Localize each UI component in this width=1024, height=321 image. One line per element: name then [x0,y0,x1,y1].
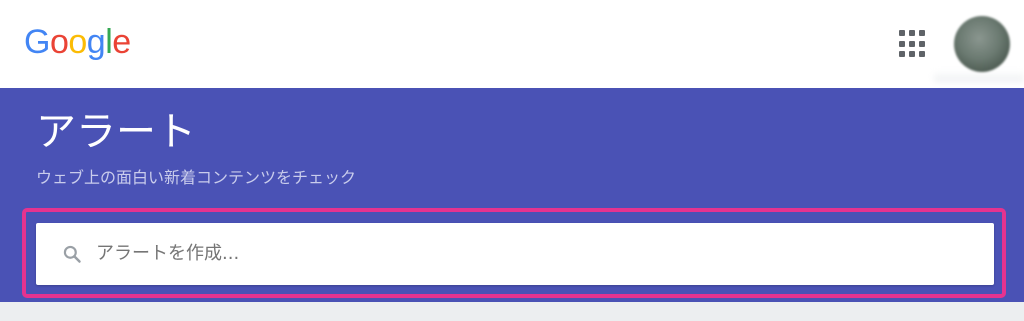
logo-letter: G [24,23,50,61]
avatar[interactable] [954,16,1010,72]
content-area-top [0,302,1024,321]
logo-letter: e [112,23,131,61]
page-title: アラート [36,109,196,155]
alerts-header: アラート ウェブ上の面白い新着コンテンツをチェック [0,88,1024,302]
search-icon [63,245,81,263]
create-alert-search-box[interactable] [36,223,994,285]
apps-grid-icon[interactable] [899,30,927,58]
logo-letter: o [68,23,87,61]
page-subtitle: ウェブ上の面白い新着コンテンツをチェック [36,168,357,187]
google-logo[interactable]: Google [24,22,131,62]
logo-letter: l [105,23,113,61]
top-bar: Google [0,0,1024,88]
logo-letter: o [49,23,69,61]
create-alert-input[interactable] [96,242,976,266]
logo-letter: g [86,23,106,61]
